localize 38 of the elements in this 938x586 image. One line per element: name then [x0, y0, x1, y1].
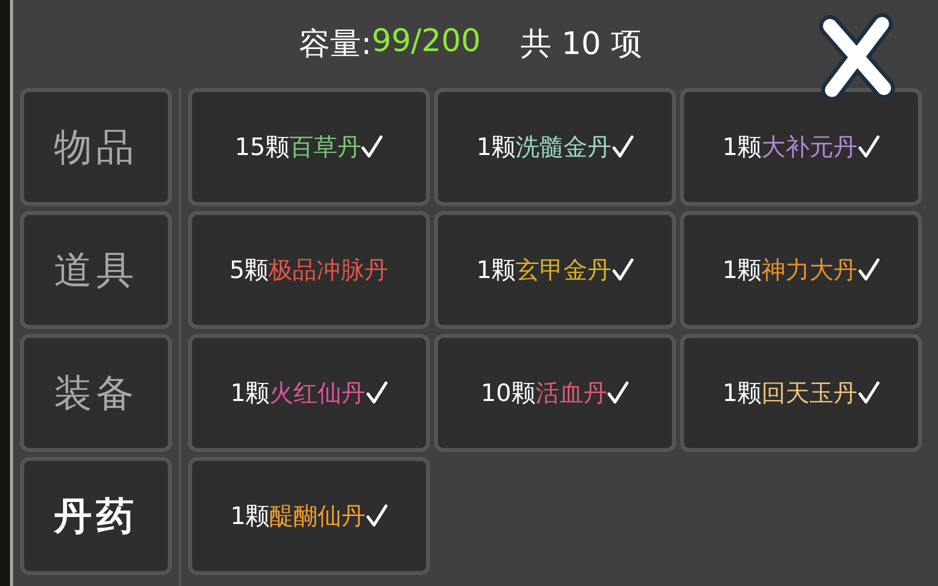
item-name: 回天玉丹 — [762, 378, 858, 409]
category-tab[interactable]: 道具 — [20, 211, 172, 329]
item-name: 百草丹 — [289, 132, 362, 163]
item-count: 1颗 — [230, 378, 270, 409]
item-name: 火红仙丹 — [270, 378, 366, 409]
item-name: 极品冲脉丹 — [268, 255, 389, 286]
item-slot[interactable]: 1颗醍醐仙丹 — [188, 457, 430, 575]
item-count: 1颗 — [722, 132, 762, 163]
item-slot[interactable]: 1颗大补元丹 — [680, 88, 922, 206]
item-slot[interactable]: 1颗神力大丹 — [680, 211, 922, 329]
item-count: 5颗 — [229, 255, 269, 286]
item-name: 活血丹 — [535, 378, 608, 409]
item-count: 1颗 — [476, 132, 516, 163]
item-name: 醍醐仙丹 — [270, 501, 366, 532]
close-icon[interactable] — [816, 12, 898, 102]
item-count: 15颗 — [234, 132, 290, 163]
item-slot[interactable]: 5颗极品冲脉丹 — [188, 211, 430, 329]
item-count: 1颗 — [722, 255, 762, 286]
item-slot[interactable]: 1颗玄甲金丹 — [434, 211, 676, 329]
item-total: 共 10 项 — [520, 25, 642, 64]
item-slot[interactable]: 1颗洗髓金丹 — [434, 88, 676, 206]
item-name: 神力大丹 — [762, 255, 858, 286]
capacity-label: 容量: — [299, 25, 372, 64]
capacity-value: 99/200 — [372, 23, 481, 61]
item-count: 1颗 — [476, 255, 516, 286]
item-slot[interactable]: 1颗火红仙丹 — [188, 334, 430, 452]
item-count: 1颗 — [230, 501, 270, 532]
category-tab[interactable]: 物品 — [20, 88, 172, 206]
item-count: 1颗 — [722, 378, 762, 409]
item-name: 玄甲金丹 — [516, 255, 612, 286]
item-name: 洗髓金丹 — [516, 132, 612, 163]
item-slot[interactable]: 15颗百草丹 — [188, 88, 430, 206]
category-tab[interactable]: 装备 — [20, 334, 172, 452]
item-count: 10颗 — [480, 378, 536, 409]
category-tab[interactable]: 丹药 — [20, 457, 172, 575]
item-name: 大补元丹 — [762, 132, 858, 163]
item-slot[interactable]: 10颗活血丹 — [434, 334, 676, 452]
item-slot[interactable]: 1颗回天玉丹 — [680, 334, 922, 452]
